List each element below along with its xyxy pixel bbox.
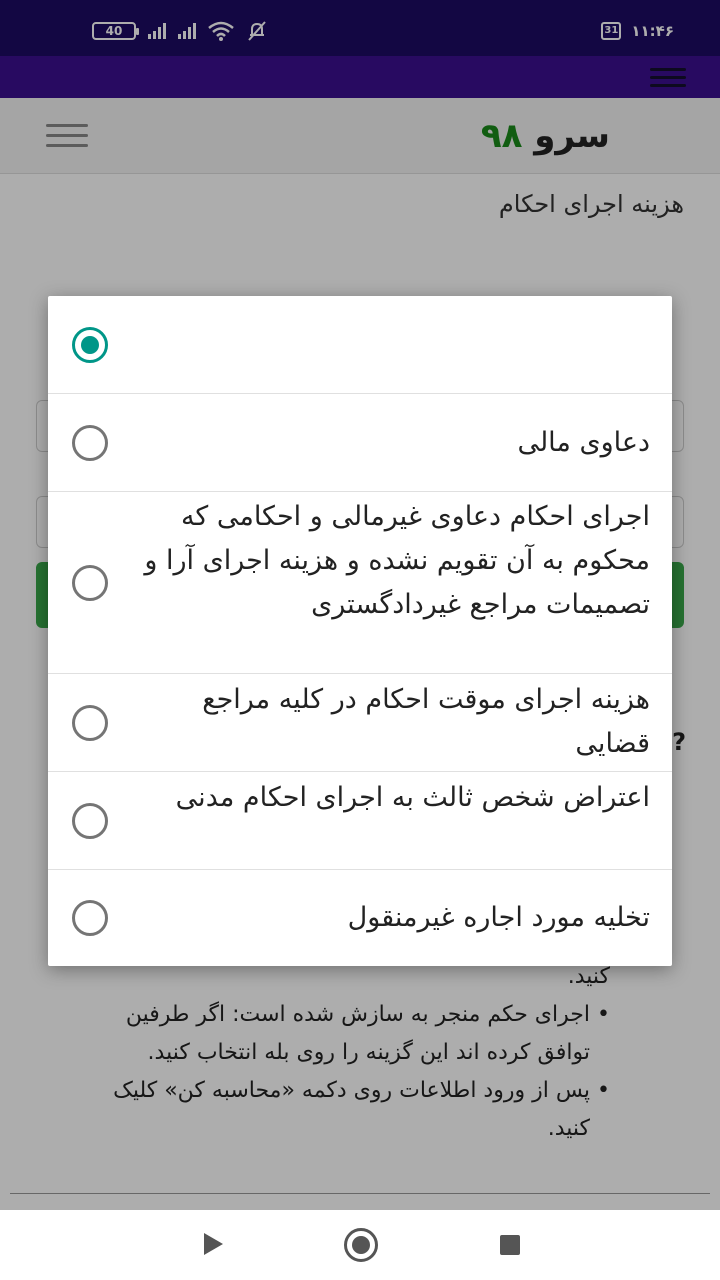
option-non-financial-claims[interactable]: اجرای احکام دعاوی غیرمالی و احکامی که مح… xyxy=(48,492,672,674)
home-icon[interactable] xyxy=(344,1228,378,1262)
option-third-party-objection[interactable]: اعتراض شخص ثالث به اجرای احکام مدنی xyxy=(48,772,672,870)
option-financial-claims[interactable]: دعاوی مالی xyxy=(48,394,672,492)
radio-checked-icon[interactable] xyxy=(72,327,108,363)
radio-unchecked-icon[interactable] xyxy=(72,425,108,461)
option-temporary-execution[interactable]: هزینه اجرای موقت احکام در کلیه مراجع قضا… xyxy=(48,674,672,772)
recent-apps-icon[interactable] xyxy=(500,1235,520,1255)
system-nav-bar xyxy=(0,1210,720,1280)
option-empty[interactable] xyxy=(48,296,672,394)
option-label: هزینه اجرای موقت احکام در کلیه مراجع قضا… xyxy=(202,684,650,759)
radio-unchecked-icon[interactable] xyxy=(72,565,108,601)
option-label: اعتراض شخص ثالث به اجرای احکام مدنی xyxy=(175,782,650,813)
option-label: تخلیه مورد اجاره غیرمنقول xyxy=(347,902,650,933)
case-type-dialog: دعاوی مالی اجرای احکام دعاوی غیرمالی و ا… xyxy=(48,296,672,966)
radio-unchecked-icon[interactable] xyxy=(72,803,108,839)
option-label: دعاوی مالی xyxy=(517,427,650,458)
back-icon[interactable] xyxy=(204,1233,223,1255)
option-eviction[interactable]: تخلیه مورد اجاره غیرمنقول xyxy=(48,870,672,966)
radio-unchecked-icon[interactable] xyxy=(72,900,108,936)
radio-unchecked-icon[interactable] xyxy=(72,705,108,741)
option-label: اجرای احکام دعاوی غیرمالی و احکامی که مح… xyxy=(144,501,650,620)
